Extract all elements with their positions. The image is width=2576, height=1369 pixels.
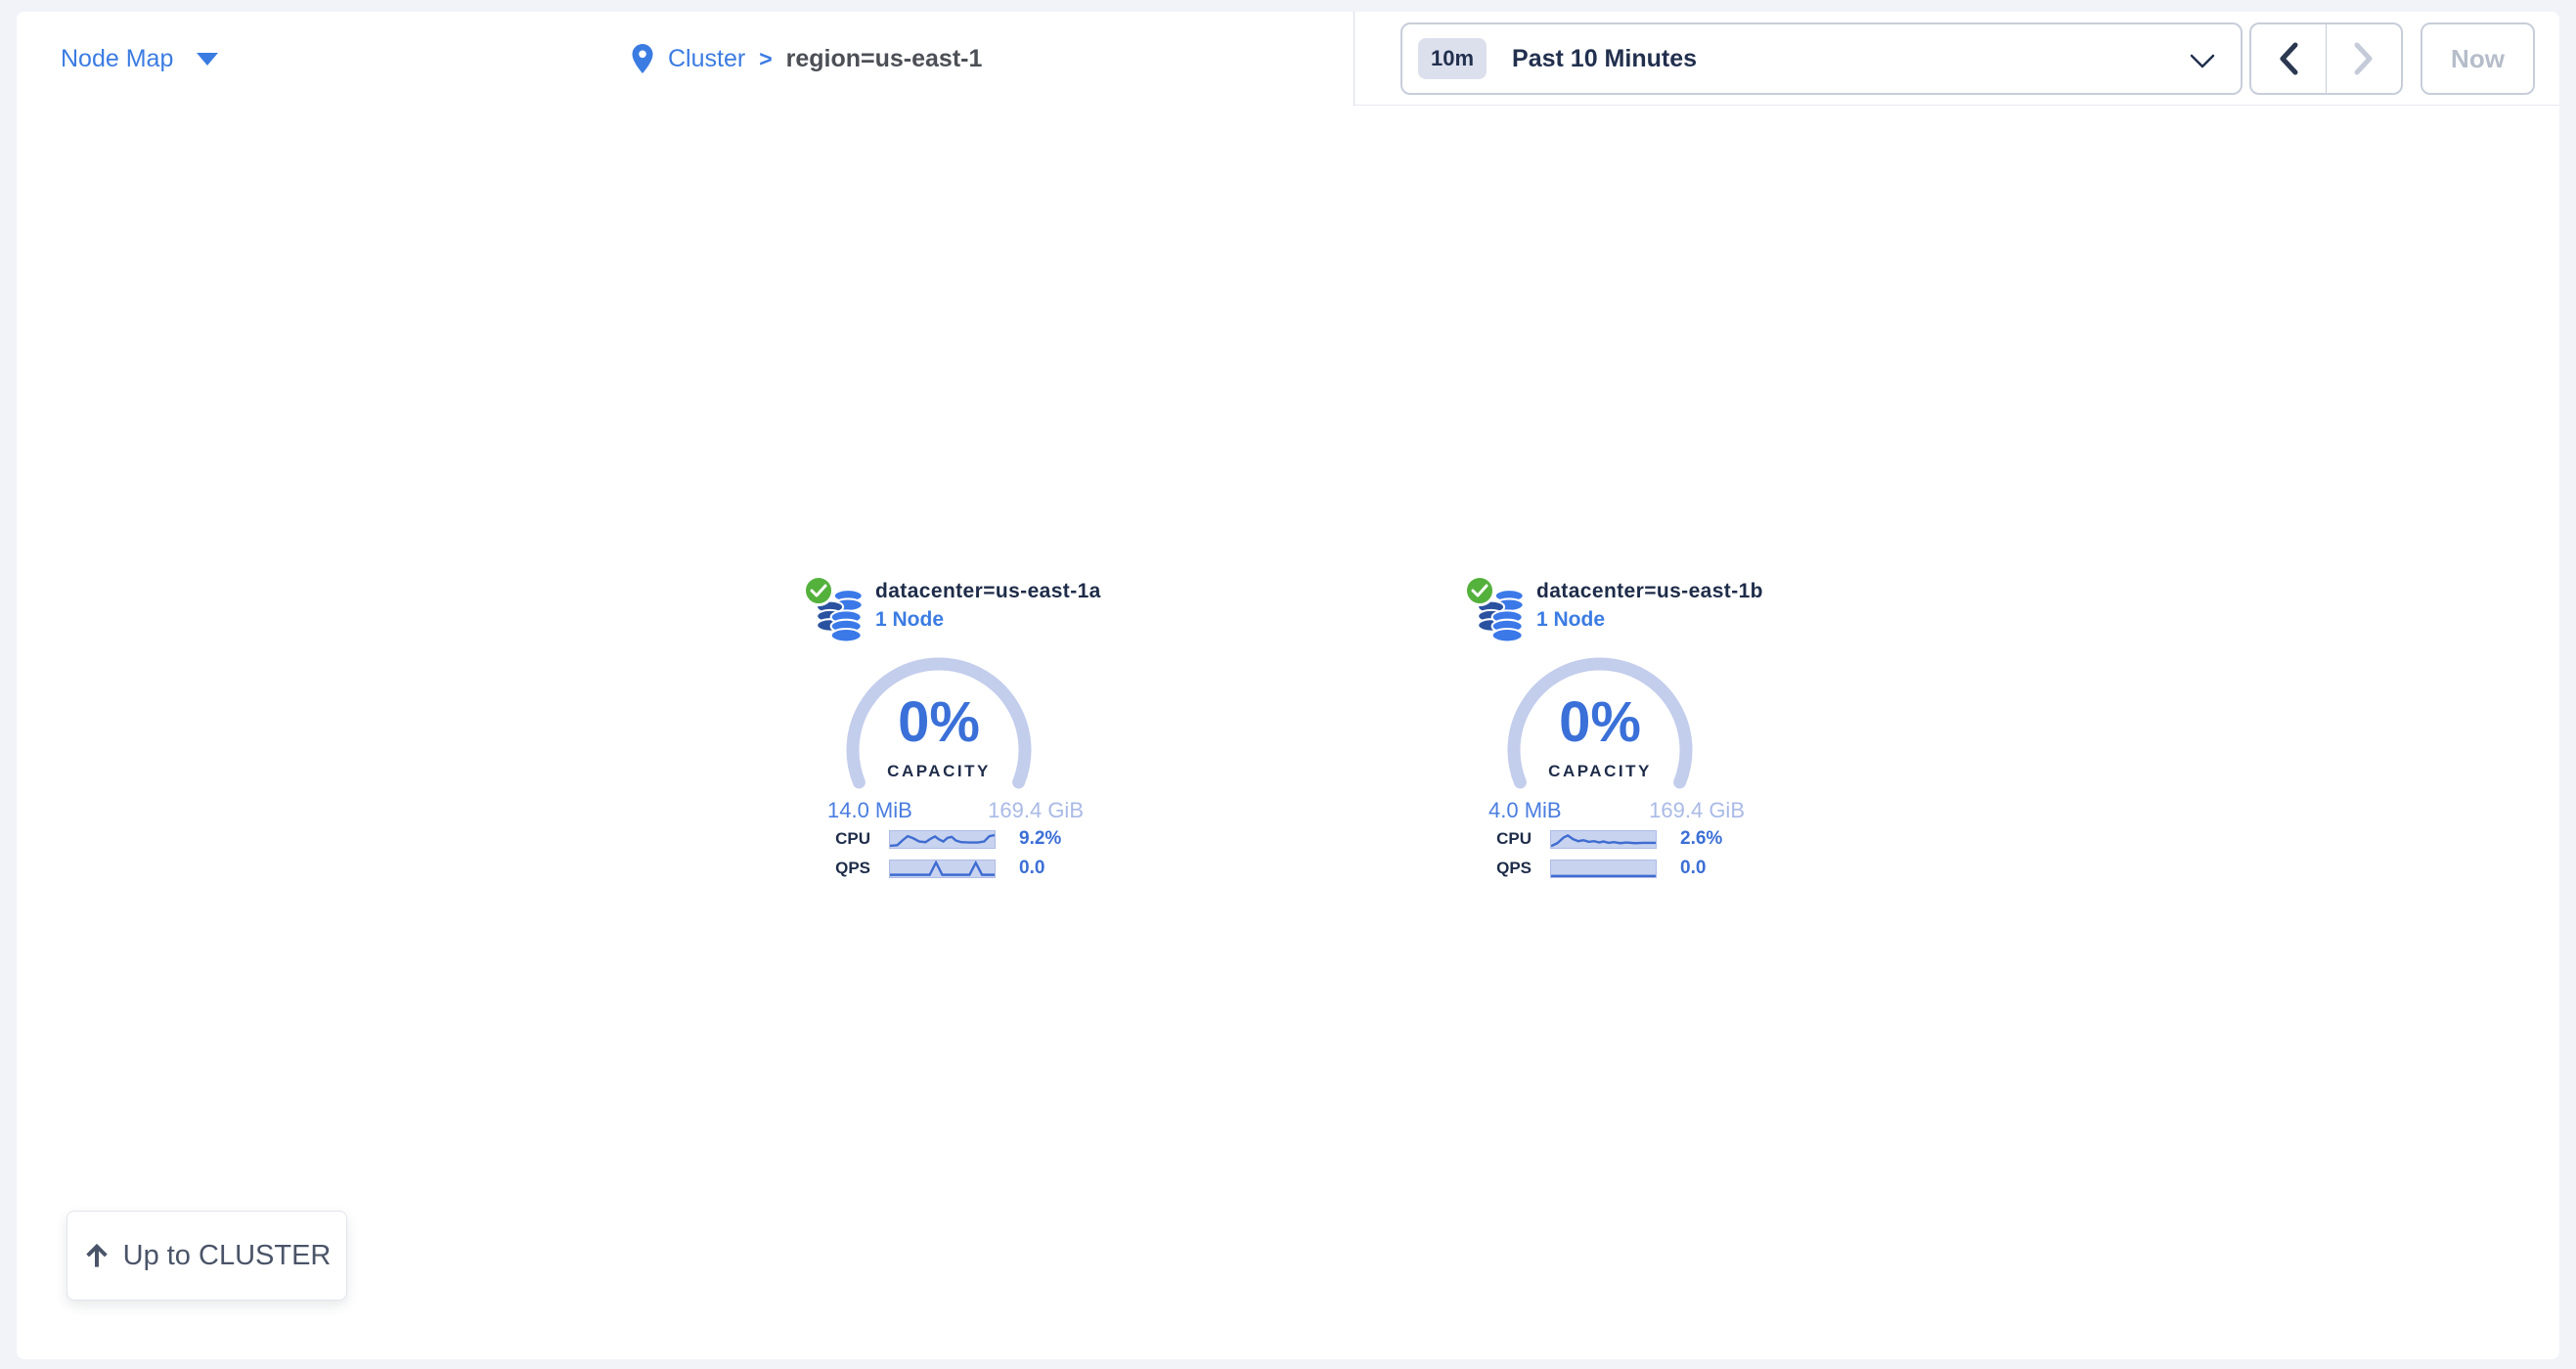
location-pin-icon [631, 43, 654, 74]
qps-label: QPS [782, 859, 870, 878]
qps-metric-row: QPS 0.0 [1443, 857, 1756, 880]
breadcrumb-separator: > [759, 46, 772, 72]
chevron-right-icon [2353, 42, 2375, 75]
capacity-label: CAPACITY [840, 762, 1038, 781]
now-button[interactable]: Now [2421, 22, 2535, 95]
cpu-sparkline [1550, 830, 1657, 849]
cpu-value: 9.2% [1019, 828, 1061, 850]
arrow-up-icon [83, 1242, 111, 1269]
toolbar: Node Map Cluster > region=us-east-1 10m … [17, 12, 2559, 106]
breadcrumb-current: region=us-east-1 [786, 45, 983, 73]
locality-node-count: 1 Node [1536, 608, 1763, 632]
time-window-badge: 10m [1418, 38, 1487, 79]
breadcrumb: Cluster > region=us-east-1 [631, 12, 982, 106]
time-next-button[interactable] [2327, 24, 2402, 93]
qps-metric-row: QPS 0.0 [782, 857, 1095, 880]
chevron-down-icon [2190, 54, 2215, 68]
time-prev-button[interactable] [2251, 24, 2327, 93]
view-selector-label: Node Map [61, 45, 173, 73]
breadcrumb-cluster-link[interactable]: Cluster [668, 45, 745, 73]
locality-card-us-east-1a[interactable]: datacenter=us-east-1a 1 Node 0% CAPACITY… [782, 567, 1095, 900]
cpu-label: CPU [782, 829, 870, 849]
time-window-dropdown[interactable]: 10m Past 10 Minutes [1400, 22, 2243, 95]
toolbar-left-section: Node Map Cluster > region=us-east-1 [17, 12, 1355, 106]
view-selector-dropdown[interactable]: Node Map [61, 12, 218, 106]
capacity-total: 169.4 GiB [988, 798, 1084, 823]
qps-sparkline [1550, 860, 1657, 878]
capacity-label: CAPACITY [1501, 762, 1699, 781]
locality-title: datacenter=us-east-1a [875, 580, 1101, 603]
cpu-sparkline [889, 830, 996, 849]
cpu-label: CPU [1443, 829, 1532, 849]
chevron-left-icon [2278, 42, 2299, 75]
time-stepper-group [2249, 22, 2403, 95]
qps-value: 0.0 [1680, 858, 1706, 879]
time-window-label: Past 10 Minutes [1512, 45, 1697, 73]
cpu-metric-row: CPU 2.6% [1443, 827, 1756, 851]
cpu-value: 2.6% [1680, 828, 1722, 850]
up-to-cluster-button[interactable]: Up to CLUSTER [67, 1211, 347, 1301]
qps-value: 0.0 [1019, 858, 1044, 879]
caret-down-icon [197, 53, 218, 66]
capacity-total: 169.4 GiB [1649, 798, 1745, 823]
up-to-cluster-label: Up to CLUSTER [123, 1240, 332, 1272]
qps-sparkline [889, 860, 996, 878]
locality-card-us-east-1b[interactable]: datacenter=us-east-1b 1 Node 0% CAPACITY… [1443, 567, 1756, 900]
capacity-percent: 0% [1501, 694, 1699, 751]
locality-node-count: 1 Node [875, 608, 1101, 632]
qps-label: QPS [1443, 859, 1532, 878]
node-map-panel: Node Map Cluster > region=us-east-1 10m … [17, 12, 2559, 1359]
locality-title: datacenter=us-east-1b [1536, 580, 1763, 603]
capacity-percent: 0% [840, 694, 1038, 751]
capacity-used: 14.0 MiB [827, 798, 912, 823]
capacity-used: 4.0 MiB [1488, 798, 1562, 823]
healthy-check-icon [803, 575, 834, 606]
healthy-check-icon [1464, 575, 1495, 606]
cpu-metric-row: CPU 9.2% [782, 827, 1095, 851]
